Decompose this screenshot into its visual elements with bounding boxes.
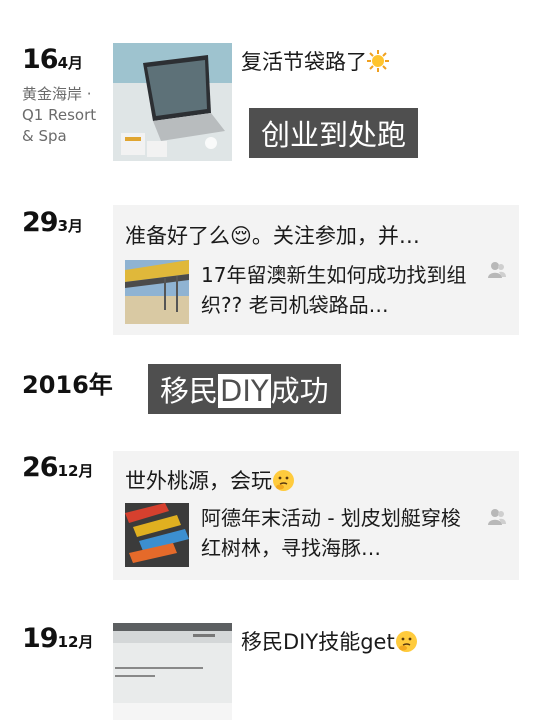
post-text-content: 移民DIY技能get — [241, 630, 395, 654]
post-photo-screen[interactable] — [113, 623, 232, 720]
post-date: 293月 — [22, 207, 83, 238]
card-title: 准备好了么😌。关注参加，并… — [125, 224, 420, 248]
person-icon — [487, 507, 507, 527]
post-text[interactable]: 移民DIY技能get — [241, 626, 418, 656]
post-date: 1912月 — [22, 623, 93, 654]
card-title: 世外桃源，会玩 — [125, 465, 295, 495]
card-title-text: 世外桃源，会玩 — [125, 469, 272, 493]
post-text[interactable]: 复活节袋路了 — [241, 46, 389, 76]
thinking-face-emoji — [395, 630, 418, 653]
thinking-face-emoji — [272, 469, 295, 492]
post-date: 2612月 — [22, 452, 93, 483]
post-day: 26 — [22, 452, 59, 483]
link-title: 17年留澳新生如何成功找到组织?? 老司机袋路品… — [201, 263, 467, 317]
overlay-text: 移民 — [160, 374, 219, 408]
overlay-caption: 移民DIY成功 — [148, 364, 341, 414]
overlay-diy: DIY — [218, 374, 271, 408]
post-month: 3月 — [57, 217, 84, 235]
post-day: 29 — [22, 207, 59, 238]
post-photo-laptop[interactable] — [113, 43, 232, 161]
post-month: 12月 — [57, 462, 94, 480]
overlay-caption: 创业到处跑 — [249, 108, 419, 158]
year-divider: 2016年 — [22, 371, 113, 399]
link-thumbnail — [125, 503, 189, 567]
post-month: 12月 — [57, 633, 94, 651]
shared-link-card[interactable]: 世外桃源，会玩 阿德年末活动 - 划皮划艇穿梭红树林，寻找海豚… — [113, 451, 519, 580]
post-day: 19 — [22, 623, 59, 654]
post-date: 164月 — [22, 44, 83, 75]
person-icon — [487, 260, 507, 280]
post-location[interactable]: 黄金海岸 · Q1 Resort & Spa — [22, 84, 108, 147]
shared-link-card[interactable]: 准备好了么😌。关注参加，并… 17年留澳新生如何成功找到组织?? 老司机袋路品… — [113, 205, 519, 335]
post-day: 16 — [22, 44, 59, 75]
post-month: 4月 — [57, 54, 84, 72]
link-title: 阿德年末活动 - 划皮划艇穿梭红树林，寻找海豚… — [201, 506, 461, 560]
post-text-content: 复活节袋路了 — [241, 50, 367, 74]
overlay-text: 成功 — [270, 374, 329, 408]
sun-emoji — [367, 50, 389, 72]
link-thumbnail — [125, 260, 189, 324]
